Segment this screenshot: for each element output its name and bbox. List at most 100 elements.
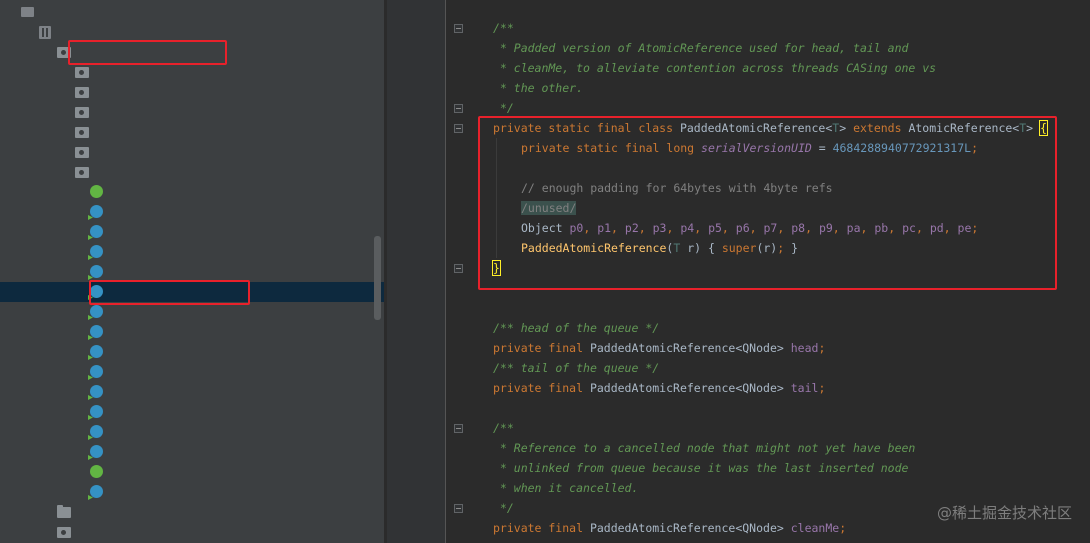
code-line[interactable]: */	[493, 498, 514, 518]
class-icon	[90, 485, 103, 498]
class-highlight-box	[478, 116, 1057, 290]
code-token: /**	[493, 361, 521, 375]
line-number	[387, 98, 411, 118]
tree-row[interactable]	[0, 322, 384, 342]
tree-row[interactable]	[0, 280, 384, 305]
tree-row[interactable]	[0, 22, 384, 42]
tree-row[interactable]	[0, 342, 384, 362]
code-line[interactable]: * Padded version of AtomicReference used…	[493, 38, 909, 58]
interface-icon	[90, 185, 103, 198]
code-line[interactable]: private final PaddedAtomicReference<QNod…	[493, 338, 825, 358]
line-number	[387, 118, 411, 138]
code-token: * the other.	[493, 81, 584, 95]
code-token: private final	[493, 341, 590, 355]
code-line[interactable]: * cleanMe, to alleviate contention acros…	[493, 58, 936, 78]
line-number	[387, 198, 411, 218]
line-number	[387, 18, 411, 38]
code-token: */	[493, 101, 514, 115]
tree-row[interactable]	[0, 442, 384, 462]
tree-row[interactable]	[0, 82, 384, 102]
tree-row[interactable]	[0, 362, 384, 382]
package-icon	[75, 87, 89, 98]
code-line[interactable]: * when it cancelled.	[493, 478, 638, 498]
class-icon	[90, 265, 103, 278]
code-token: */	[493, 501, 514, 515]
tree-row[interactable]	[0, 402, 384, 422]
code-token: tail of the queue	[520, 361, 646, 375]
line-number	[387, 158, 411, 178]
fold-toggle-icon[interactable]	[454, 24, 463, 33]
code-token: PaddedAtomicReference<QNode>	[589, 381, 791, 395]
class-icon	[90, 205, 103, 218]
tree-row[interactable]	[0, 142, 384, 162]
line-number	[387, 278, 411, 298]
line-number	[387, 258, 411, 278]
line-number	[387, 58, 411, 78]
tree-row[interactable]	[0, 102, 384, 122]
code-token: head of the queue	[520, 321, 646, 335]
tree-row[interactable]	[0, 62, 384, 82]
tree-row[interactable]	[0, 40, 384, 65]
code-token: * Reference to a cancelled node that mig…	[493, 441, 916, 455]
code-line[interactable]: /** head of the queue */	[493, 318, 659, 338]
tree-row[interactable]	[0, 422, 384, 442]
fold-toggle-icon[interactable]	[454, 104, 463, 113]
code-line[interactable]: private final PaddedAtomicReference<QNod…	[493, 518, 846, 538]
code-line[interactable]: * the other.	[493, 78, 583, 98]
interface-icon	[90, 465, 103, 478]
class-icon	[90, 345, 103, 358]
line-number	[387, 358, 411, 378]
tree-row[interactable]	[0, 262, 384, 282]
code-line[interactable]: private final PaddedAtomicReference<QNod…	[493, 378, 825, 398]
code-token: * cleanMe, to alleviate contention acros…	[493, 61, 937, 75]
line-number	[387, 78, 411, 98]
code-token: * when it cancelled.	[493, 481, 639, 495]
fold-toggle-icon[interactable]	[454, 264, 463, 273]
line-number	[387, 518, 411, 538]
tree-row[interactable]	[0, 382, 384, 402]
code-token: * unlinked from queue because it was the…	[493, 461, 909, 475]
code-token: */	[645, 361, 660, 375]
project-tree-scrollbar[interactable]	[374, 236, 381, 320]
class-icon	[90, 365, 103, 378]
code-line[interactable]: /** tail of the queue */	[493, 358, 659, 378]
tree-row[interactable]	[0, 122, 384, 142]
package-icon	[75, 67, 89, 78]
code-line[interactable]: */	[493, 98, 514, 118]
code-token: head	[790, 341, 819, 355]
package-icon	[75, 147, 89, 158]
line-number	[387, 438, 411, 458]
tree-row[interactable]	[0, 242, 384, 262]
tree-row[interactable]	[0, 482, 384, 502]
code-token: /**	[493, 421, 514, 435]
code-token: ;	[818, 341, 826, 355]
line-number	[387, 178, 411, 198]
tree-row[interactable]	[0, 522, 384, 542]
line-number	[387, 398, 411, 418]
fold-toggle-icon[interactable]	[454, 424, 463, 433]
class-icon	[90, 245, 103, 258]
line-number	[387, 378, 411, 398]
code-line[interactable]: /**	[493, 418, 514, 438]
class-icon	[90, 325, 103, 338]
code-line[interactable]: /**	[493, 18, 514, 38]
tree-row[interactable]	[0, 182, 384, 202]
watermark: @稀土掘金技术社区	[936, 504, 1072, 522]
project-tree-panel[interactable]	[0, 0, 384, 543]
fold-toggle-icon[interactable]	[454, 124, 463, 133]
package-icon	[57, 527, 71, 538]
fold-toggle-icon[interactable]	[454, 504, 463, 513]
tree-row[interactable]	[0, 222, 384, 242]
tree-row[interactable]	[0, 162, 384, 182]
tree-row[interactable]	[0, 2, 384, 22]
jar-icon	[39, 26, 51, 39]
code-line[interactable]: * unlinked from queue because it was the…	[493, 458, 909, 478]
line-number	[387, 318, 411, 338]
tree-row[interactable]	[0, 502, 384, 522]
tree-row[interactable]	[0, 202, 384, 222]
tree-row[interactable]	[0, 462, 384, 482]
code-line[interactable]: * Reference to a cancelled node that mig…	[493, 438, 915, 458]
line-number	[387, 338, 411, 358]
tree-row[interactable]	[0, 302, 384, 322]
class-icon	[90, 385, 103, 398]
